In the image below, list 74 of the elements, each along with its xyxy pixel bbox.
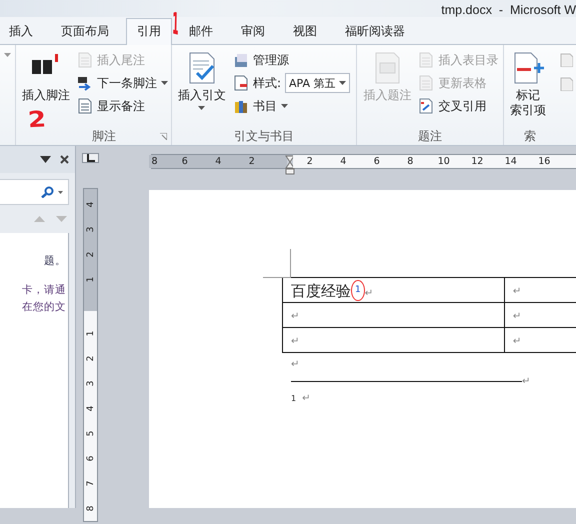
paragraph-mark: ↵	[291, 311, 300, 322]
ruler-number: 1	[84, 330, 96, 338]
help-text: 题。	[44, 254, 67, 269]
ruler-number: 3	[84, 226, 96, 234]
ruler-number: 16	[537, 155, 552, 168]
help-text: 在您的文	[22, 300, 67, 315]
dialog-launcher-icon[interactable]	[160, 132, 167, 140]
handwritten-mark: 2	[27, 108, 47, 132]
paragraph-mark: ↵	[512, 311, 522, 322]
ruler-number: 3	[84, 380, 96, 388]
ribbon-tab[interactable]: 页面布局	[50, 18, 120, 44]
group-label: 脚注	[92, 128, 116, 144]
handwritten-mark: 1	[172, 9, 179, 41]
ruler-number: 2	[84, 354, 96, 364]
ruler-number: 2	[84, 250, 96, 260]
ruler-number: 4	[214, 155, 222, 168]
ribbon-large-button[interactable]: 插入引文	[174, 49, 229, 112]
ruler-number: 2	[306, 155, 314, 168]
ribbon-button[interactable]: 管理源	[232, 50, 350, 70]
ruler-number: 14	[504, 155, 518, 168]
ribbon-large-button[interactable]: 插入脚注	[18, 49, 73, 105]
help-text: 卡，请通	[22, 283, 67, 298]
ribbon-button[interactable]: 下一条脚注	[76, 73, 168, 93]
group-label: 引文与书目	[234, 128, 294, 144]
ruler-number: 12	[470, 155, 484, 168]
ribbon-tab[interactable]: 引用	[126, 18, 172, 45]
window-title: tmp.docx - Microsoft W	[441, 2, 576, 16]
paragraph-mark: ↵	[302, 393, 310, 404]
style-label: 样式:	[252, 74, 281, 92]
indent-marker[interactable]	[285, 154, 295, 174]
paragraph-mark: ↵	[291, 359, 300, 370]
ruler-number: 8	[84, 504, 96, 514]
ribbon-tab[interactable]: 插入	[0, 18, 44, 44]
paragraph-mark: ↵	[291, 336, 300, 347]
ribbon-button[interactable]: 显示备注	[76, 96, 168, 116]
style-dropdown[interactable]: APA 第五	[285, 73, 350, 93]
ruler-number: 8	[406, 155, 414, 168]
ribbon-tab[interactable]: 福昕阅读器	[334, 18, 416, 44]
ruler-number: 2	[248, 155, 256, 168]
ruler-number: 4	[84, 404, 96, 414]
caret-icon	[58, 190, 63, 194]
group-label: 题注	[418, 128, 442, 144]
ruler-number: 4	[84, 200, 96, 210]
ruler-number: 7	[84, 480, 96, 488]
group-label: 索	[524, 128, 536, 144]
ruler-number: 1	[84, 276, 96, 284]
crop-mark	[263, 249, 291, 278]
ruler-number: 5	[84, 430, 96, 438]
paragraph-mark: ↵	[364, 288, 374, 298]
up-arrow-icon[interactable]	[34, 216, 45, 222]
ruler-number: 6	[372, 155, 381, 168]
ruler-number: 10	[436, 155, 451, 168]
ruler-number: 6	[84, 454, 96, 464]
ribbon-tab[interactable]: 邮件	[178, 18, 224, 44]
ribbon-button[interactable]: 书目	[232, 96, 350, 116]
ruler-number: 6	[180, 155, 189, 168]
down-arrow-icon[interactable]	[56, 216, 67, 222]
tab-selector[interactable]	[82, 153, 99, 163]
footnote-number: 1	[291, 394, 296, 403]
dropdown-icon[interactable]	[40, 156, 51, 163]
paragraph-mark: ↵	[512, 286, 522, 297]
ribbon-tab[interactable]: 审阅	[230, 18, 276, 44]
ribbon-large-button[interactable]: 标记 索引项	[507, 49, 549, 120]
ruler-number: 4	[339, 155, 348, 168]
ruler-number: 8	[150, 155, 159, 168]
search-icon	[39, 186, 55, 198]
footnote-reference: 1	[355, 284, 361, 294]
paragraph-mark: ↵	[522, 376, 530, 387]
paragraph-mark: ↵	[512, 336, 522, 347]
close-icon[interactable]	[60, 155, 69, 164]
ribbon-button[interactable]: 交叉引用	[418, 96, 498, 116]
ribbon-tab[interactable]: 视图	[282, 18, 328, 44]
search-field[interactable]	[0, 179, 69, 205]
cell-text: 百度经验	[291, 282, 351, 300]
